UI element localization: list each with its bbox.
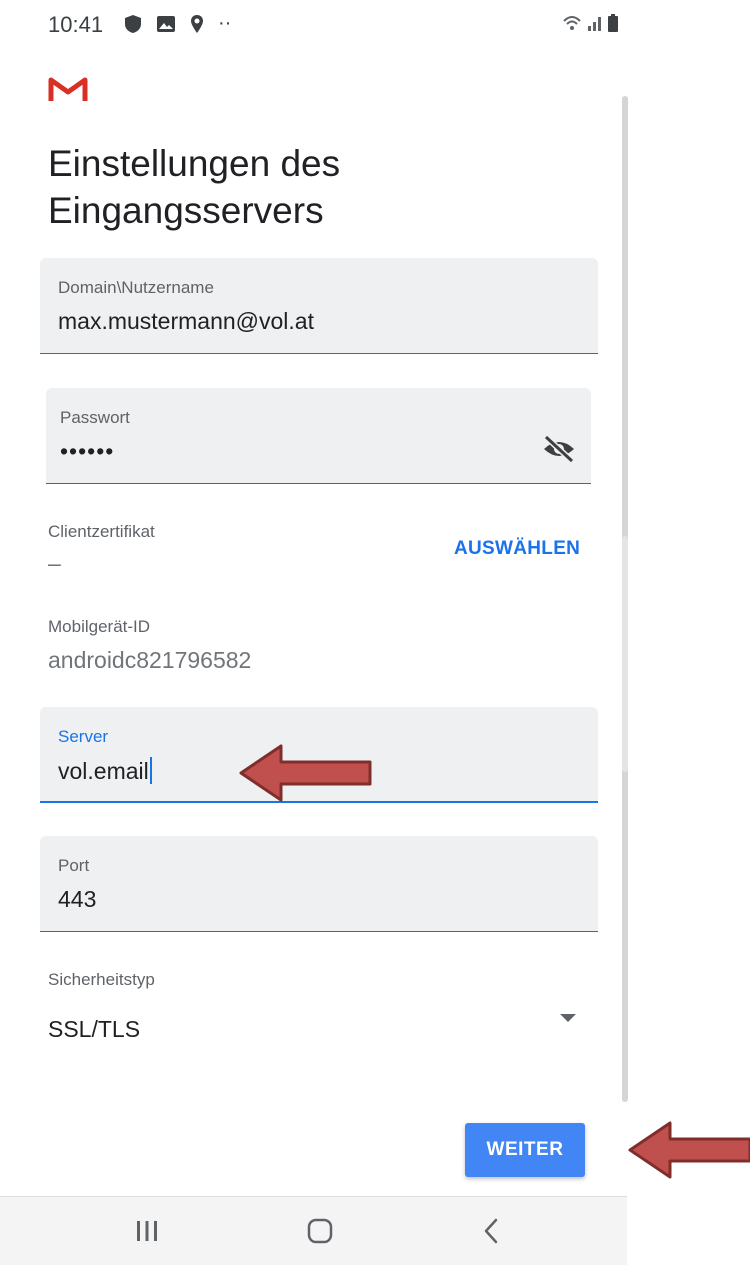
back-icon[interactable] [481, 1217, 501, 1245]
more-notifications: ·· [218, 12, 232, 34]
port-label: Port [58, 856, 90, 875]
select-certificate-button[interactable]: AUSWÄHLEN [454, 538, 580, 560]
page-title-line2: Eingangsservers [48, 190, 324, 231]
status-system-icons [562, 14, 618, 32]
recent-apps-icon[interactable] [135, 1218, 159, 1244]
signal-icon [588, 17, 601, 31]
visibility-off-icon[interactable] [542, 434, 576, 464]
password-field[interactable]: Passwort •••••• [46, 388, 591, 484]
password-input[interactable]: •••••• [60, 438, 114, 465]
annotation-arrow-next [628, 1121, 750, 1179]
home-icon[interactable] [306, 1217, 334, 1245]
location-icon [191, 14, 203, 33]
annotation-arrow-server [239, 744, 372, 802]
scrollbar-edge-highlight [622, 536, 628, 772]
shield-icon [125, 14, 141, 33]
device-id-label: Mobilgerät-ID [48, 617, 151, 636]
port-input[interactable]: 443 [58, 886, 96, 913]
text-cursor [149, 757, 152, 784]
status-time: 10:41 [48, 12, 104, 37]
security-type-select[interactable]: SSL/TLS [48, 1016, 140, 1043]
dropdown-arrow-icon[interactable] [560, 1014, 576, 1022]
server-input-text: vol.email [58, 758, 149, 784]
server-label: Server [58, 727, 109, 746]
password-label: Passwort [60, 408, 130, 427]
username-label: Domain\Nutzername [58, 278, 214, 297]
client-cert-value: – [48, 550, 61, 576]
server-input[interactable]: vol.email [58, 757, 152, 785]
wifi-icon [563, 16, 581, 30]
battery-icon [608, 14, 618, 32]
gmail-logo [48, 77, 88, 101]
username-field[interactable]: Domain\Nutzername max.mustermann@vol.at [40, 258, 598, 354]
device-id-value: androidc821796582 [48, 647, 252, 673]
page-title-line1: Einstellungen des [48, 143, 341, 184]
username-input[interactable]: max.mustermann@vol.at [58, 308, 314, 335]
next-button[interactable]: WEITER [465, 1123, 585, 1177]
page-title: Einstellungen des Eingangsservers [48, 140, 568, 234]
image-icon [157, 15, 175, 32]
navigation-bar [0, 1196, 627, 1265]
port-field[interactable]: Port 443 [40, 836, 598, 932]
client-cert-label: Clientzertifikat [48, 522, 155, 541]
status-notification-icons: ·· [124, 12, 231, 35]
security-type-label: Sicherheitstyp [48, 970, 155, 989]
